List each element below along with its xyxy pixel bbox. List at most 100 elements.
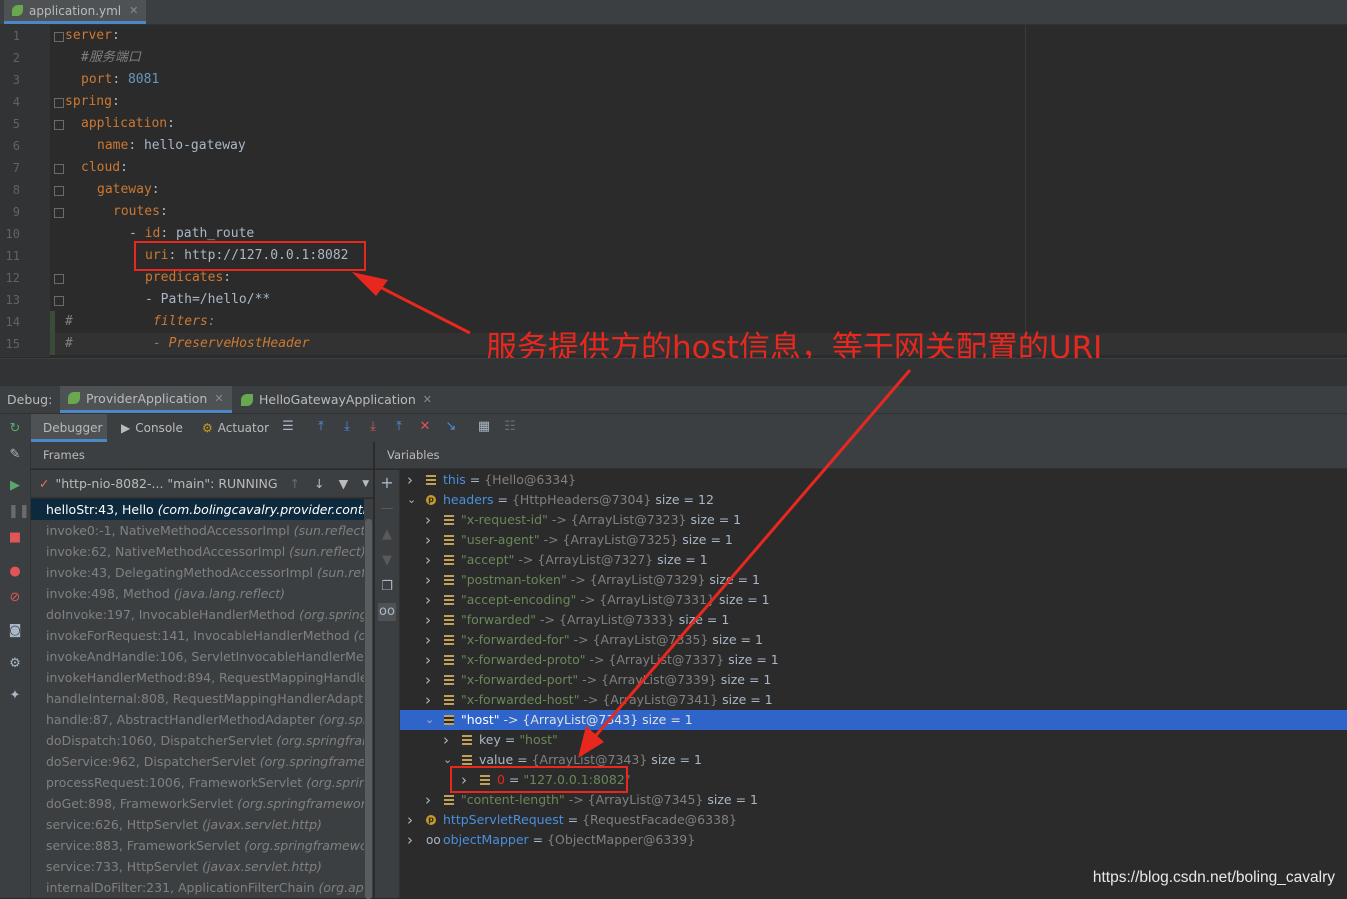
variable-row[interactable]: › "x-forwarded-proto" -> {ArrayList@7337}… — [400, 650, 1347, 670]
remove-watch-icon[interactable]: — — [380, 502, 394, 516]
chevron-right-icon[interactable]: › — [443, 730, 453, 750]
fold-marker-icon[interactable] — [54, 296, 64, 306]
dropdown-icon[interactable]: ▼ — [362, 479, 369, 489]
variable-row[interactable]: › "x-forwarded-host" -> {ArrayList@7341} … — [400, 690, 1347, 710]
variable-row[interactable]: › key = "host" — [400, 730, 1347, 750]
frame-item[interactable]: helloStr:43, Hello (com.bolingcavalry.pr… — [31, 499, 373, 520]
rerun-icon[interactable]: ↻ — [8, 422, 22, 436]
view-breakpoints-icon[interactable]: ● — [8, 565, 22, 579]
frame-item[interactable]: handle:87, AbstractHandlerMethodAdapter … — [31, 709, 373, 730]
frame-item[interactable]: service:626, HttpServlet (javax.servlet.… — [31, 814, 373, 835]
add-watch-icon[interactable]: + — [380, 475, 394, 491]
copy-icon[interactable]: ❐ — [380, 580, 394, 594]
frame-item[interactable]: doDispatch:1060, DispatcherServlet (org.… — [31, 730, 373, 751]
chevron-right-icon[interactable]: › — [425, 570, 435, 590]
frames-scrollbar[interactable] — [364, 499, 373, 899]
up-icon[interactable]: ↑ — [290, 476, 300, 491]
chevron-right-icon[interactable]: › — [425, 530, 435, 550]
chevron-right-icon[interactable]: › — [425, 590, 435, 610]
variable-row[interactable]: › "postman-token" -> {ArrayList@7329} siz… — [400, 570, 1347, 590]
frame-item[interactable]: service:733, HttpServlet (javax.servlet.… — [31, 856, 373, 877]
variable-row[interactable]: › "accept" -> {ArrayList@7327} size = 1 — [400, 550, 1347, 570]
chevron-right-icon[interactable]: › — [425, 790, 435, 810]
close-icon[interactable]: ✕ — [423, 393, 432, 406]
frame-item[interactable]: invoke0:-1, NativeMethodAccessorImpl (su… — [31, 520, 373, 541]
fold-marker-icon[interactable] — [54, 164, 64, 174]
variables-tree[interactable]: › this = {Hello@6334} ⌄ p headers = {HttpHea… — [400, 470, 1347, 898]
filter-icon[interactable]: ▼ — [339, 476, 349, 491]
evaluate-icon[interactable]: ▦ — [477, 420, 491, 434]
pin-icon[interactable]: ✦ — [8, 689, 22, 703]
frame-item[interactable]: invoke:43, DelegatingMethodAccessorImpl … — [31, 562, 373, 583]
variable-row[interactable]: › this = {Hello@6334} — [400, 470, 1347, 490]
variable-row[interactable]: ⌄ p headers = {HttpHeaders@7304} size = 12 — [400, 490, 1347, 510]
chevron-down-icon[interactable]: ⌄ — [407, 490, 417, 510]
chevron-right-icon[interactable]: › — [425, 550, 435, 570]
fold-marker-icon[interactable] — [54, 120, 64, 130]
down-icon[interactable]: ↓ — [314, 476, 324, 491]
frame-item[interactable]: handleInternal:808, RequestMappingHandle… — [31, 688, 373, 709]
chevron-right-icon[interactable]: › — [425, 510, 435, 530]
variable-row[interactable]: › "content-length" -> {ArrayList@7345} si… — [400, 790, 1347, 810]
camera-icon[interactable]: ◙ — [8, 624, 22, 638]
chevron-right-icon[interactable]: › — [425, 690, 435, 710]
tab-hello-gateway-application[interactable]: HelloGatewayApplication ✕ — [241, 386, 432, 413]
chevron-right-icon[interactable]: › — [425, 630, 435, 650]
settings-icon[interactable]: ⚙ — [8, 657, 22, 671]
chevron-right-icon[interactable]: › — [425, 650, 435, 670]
menu-icon[interactable]: ☰ — [281, 420, 295, 434]
trace-icon[interactable]: ☷ — [503, 420, 517, 434]
variable-row[interactable]: › "user-agent" -> {ArrayList@7325} size =… — [400, 530, 1347, 550]
variable-row[interactable]: › "x-request-id" -> {ArrayList@7323} size… — [400, 510, 1347, 530]
frames-list[interactable]: helloStr:43, Hello (com.bolingcavalry.pr… — [31, 499, 373, 898]
frame-item[interactable]: doService:962, DispatcherServlet (org.sp… — [31, 751, 373, 772]
pause-icon[interactable]: ❚❚ — [8, 505, 30, 519]
thread-selector[interactable]: ✓ "http-nio-8082-... "main": RUNNING ↑ ↓… — [31, 470, 373, 498]
close-icon[interactable]: ✕ — [214, 392, 223, 405]
close-icon[interactable]: ✕ — [129, 4, 138, 17]
fold-marker-icon[interactable] — [54, 186, 64, 196]
fold-marker-icon[interactable] — [54, 208, 64, 218]
scroll-thumb[interactable] — [365, 519, 372, 899]
frame-item[interactable]: processRequest:1006, FrameworkServlet (o… — [31, 772, 373, 793]
chevron-down-icon[interactable]: ⌄ — [425, 710, 435, 730]
frame-item[interactable]: service:883, FrameworkServlet (org.sprin… — [31, 835, 373, 856]
variable-row[interactable]: › "forwarded" -> {ArrayList@7333} size = … — [400, 610, 1347, 630]
fold-marker-icon[interactable] — [54, 274, 64, 284]
tab-console[interactable]: ▶ Console — [121, 414, 183, 442]
chevron-right-icon[interactable]: › — [407, 830, 417, 850]
move-up-icon[interactable]: ▲ — [380, 528, 394, 542]
variable-row[interactable]: › "x-forwarded-for" -> {ArrayList@7335} s… — [400, 630, 1347, 650]
wrench-icon[interactable]: ✎ — [8, 448, 22, 462]
variable-row[interactable]: › "accept-encoding" -> {ArrayList@7331} s… — [400, 590, 1347, 610]
step-into-icon[interactable]: ⤓ — [366, 420, 380, 434]
resume-icon[interactable]: ▶ — [8, 479, 22, 493]
tab-provider-application[interactable]: ProviderApplication ✕ — [60, 386, 232, 413]
tab-actuator[interactable]: ⚙ Actuator — [202, 414, 269, 442]
chevron-right-icon[interactable]: › — [407, 810, 417, 830]
frame-item[interactable]: invokeForRequest:141, InvocableHandlerMe… — [31, 625, 373, 646]
fold-marker-icon[interactable] — [54, 98, 64, 108]
frame-item[interactable]: internalDoFilter:231, ApplicationFilterC… — [31, 877, 373, 898]
step-out-icon[interactable]: ⤒ — [392, 420, 406, 434]
tab-debugger[interactable]: Debugger — [43, 414, 102, 442]
tab-application-yml[interactable]: application.yml ✕ — [4, 0, 147, 24]
step-over-icon[interactable]: ⤓ — [340, 420, 354, 434]
mute-breakpoints-icon[interactable]: ⊘ — [8, 591, 22, 605]
variable-row[interactable]: ⌄ "host" -> {ArrayList@7343} size = 1 — [400, 710, 1347, 730]
variable-row[interactable]: › "x-forwarded-port" -> {ArrayList@7339} … — [400, 670, 1347, 690]
frame-item[interactable]: doInvoke:197, InvocableHandlerMethod (or… — [31, 604, 373, 625]
drop-frame-icon[interactable]: ✕ — [418, 420, 432, 434]
frame-item[interactable]: doGet:898, FrameworkServlet (org.springf… — [31, 793, 373, 814]
variable-row[interactable]: › oo objectMapper = {ObjectMapper@6339} — [400, 830, 1347, 850]
stop-icon[interactable]: ■ — [8, 531, 22, 545]
run-to-cursor-icon[interactable]: ↘ — [444, 420, 458, 434]
frame-item[interactable]: invokeAndHandle:106, ServletInvocableHan… — [31, 646, 373, 667]
frame-item[interactable]: invoke:62, NativeMethodAccessorImpl (sun… — [31, 541, 373, 562]
variable-row[interactable]: › p httpServletRequest = {RequestFacade@63… — [400, 810, 1347, 830]
show-execution-point-icon[interactable]: ⤒ — [314, 420, 328, 434]
chevron-right-icon[interactable]: › — [407, 470, 417, 490]
chevron-right-icon[interactable]: › — [425, 670, 435, 690]
frame-item[interactable]: invoke:498, Method (java.lang.reflect) — [31, 583, 373, 604]
move-down-icon[interactable]: ▼ — [380, 554, 394, 568]
